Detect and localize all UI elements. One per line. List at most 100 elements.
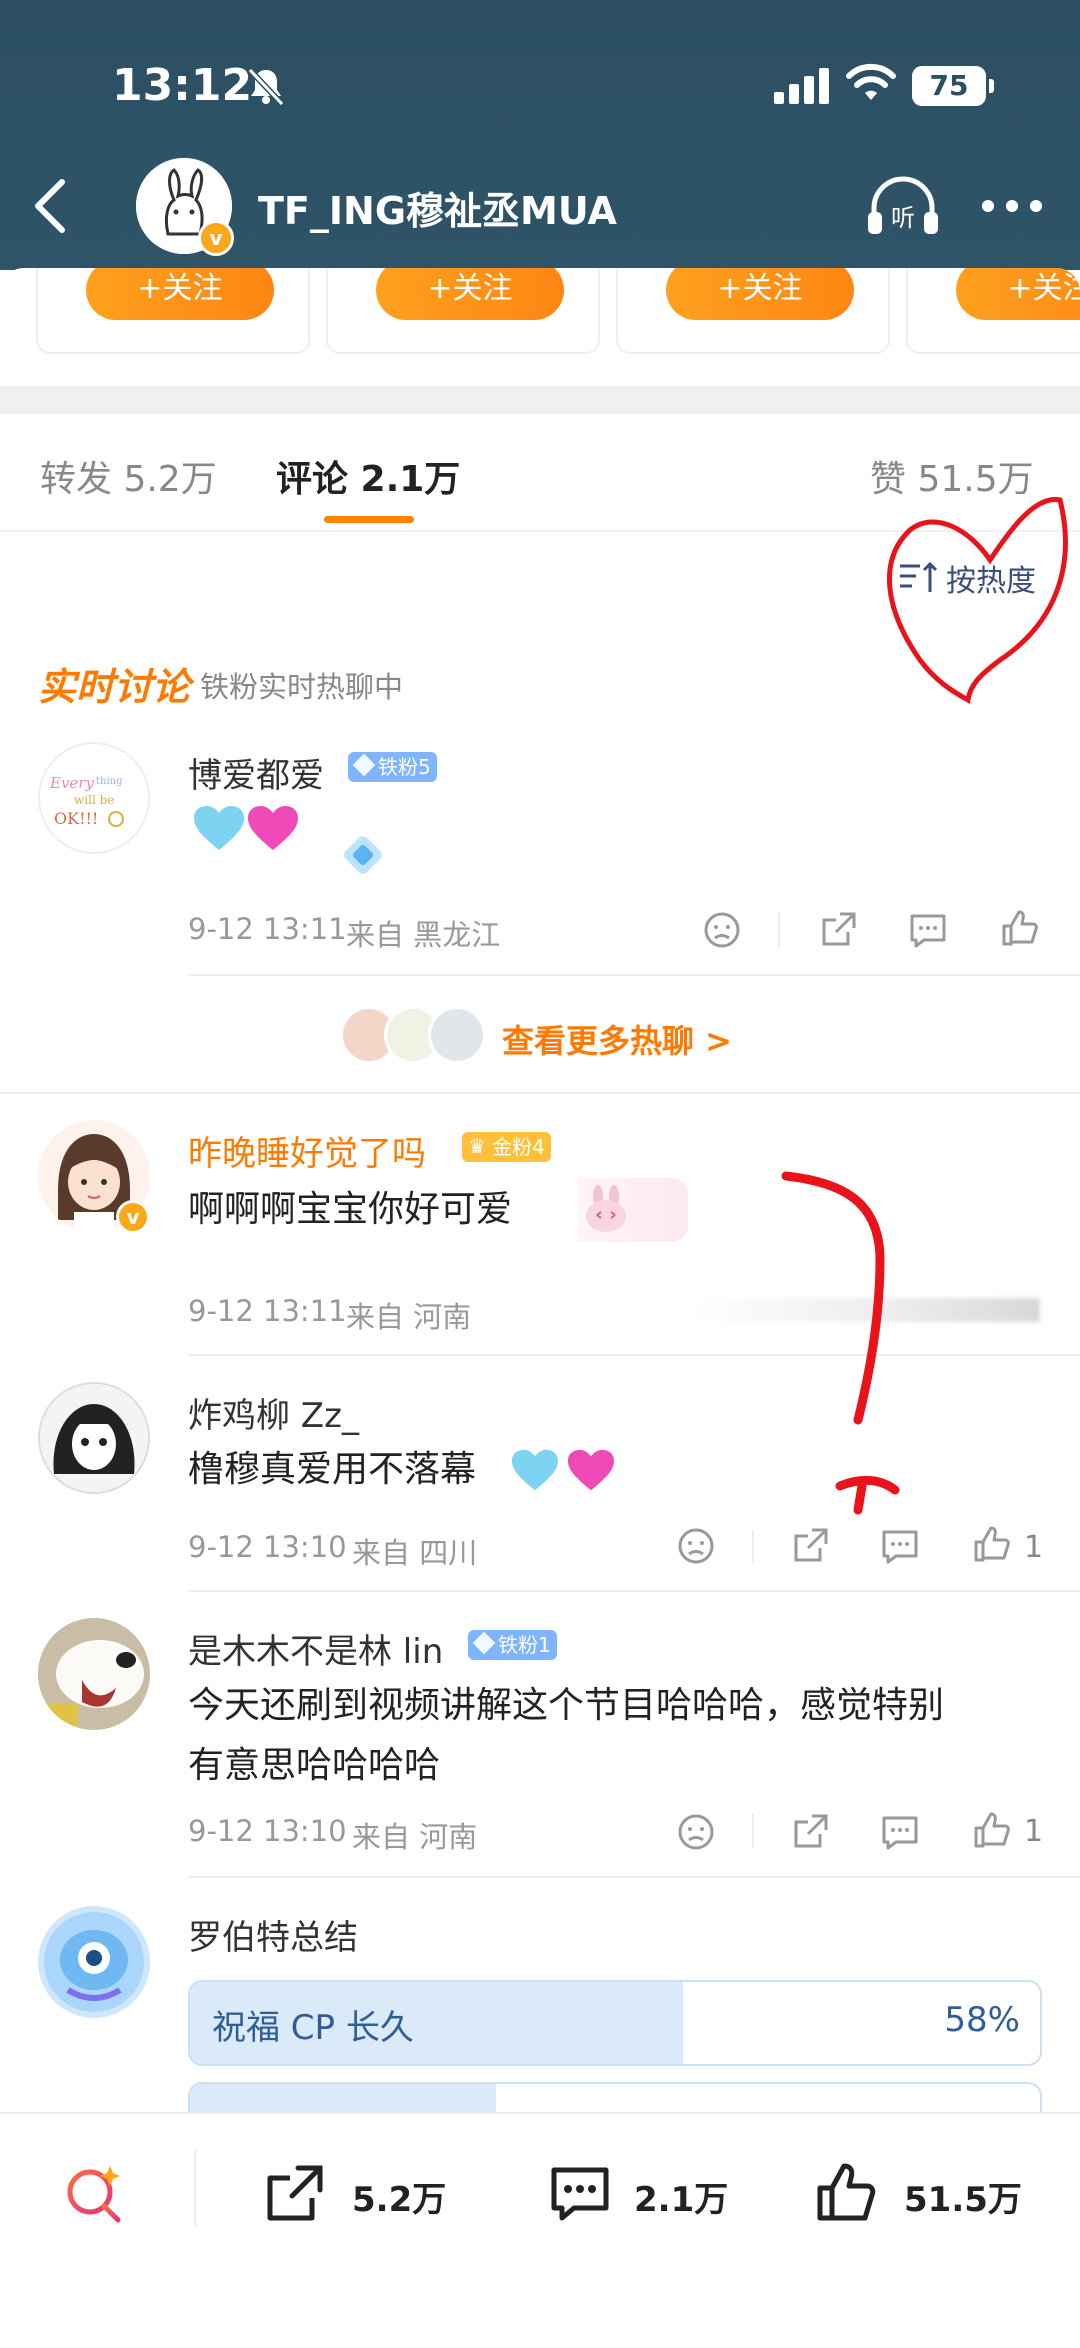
recommend-card[interactable]: +关注 [616, 268, 890, 354]
sparkle-diamond-sticker-icon [344, 836, 382, 874]
page-title: TF_ING穆祉丞MUA [258, 189, 617, 233]
manga-girl-avatar-icon [40, 1384, 148, 1492]
user-avatar[interactable] [38, 1382, 150, 1494]
comment-text: 橹穆真爱用不落幕 [188, 1449, 477, 1490]
more-options-icon[interactable] [980, 198, 1044, 214]
recommend-card[interactable]: +关注 [326, 268, 600, 354]
svg-text:will be: will be [74, 793, 114, 807]
poll-option[interactable]: 祝福 CP 长久 58% [188, 1980, 1042, 2066]
battery-indicator: 75 [912, 66, 994, 106]
user-avatar[interactable] [38, 1906, 150, 2018]
comment-text-line: 有意思哈哈哈哈 [188, 1745, 441, 1786]
verified-badge: v [198, 220, 234, 256]
sort-by-hot-button[interactable]: 按热度 [946, 556, 1036, 600]
comment-username[interactable]: 炸鸡柳 Zz_ [188, 1388, 359, 1437]
hot-chat-avatar-stack[interactable] [340, 1006, 490, 1066]
user-avatar[interactable] [38, 1618, 150, 1730]
comment-text: 啊啊啊宝宝你好可爱 [188, 1189, 513, 1230]
fan-level-badge: ♛ 金粉4 [462, 1132, 551, 1162]
annotation-mark [835, 1476, 900, 1515]
tab-comments[interactable]: 评论 2.1万 [276, 450, 460, 502]
divider [0, 1092, 1080, 1094]
follow-button[interactable]: +关注 [956, 268, 1080, 320]
diamond-icon [352, 753, 376, 777]
like-count: 51.5万 [904, 2180, 1022, 2220]
back-arrow-icon[interactable] [28, 176, 76, 236]
divider [188, 1590, 1080, 1592]
reply-comment-icon[interactable] [908, 910, 948, 950]
active-tab-indicator [324, 516, 414, 523]
comment-username[interactable]: 罗伯特总结 [188, 1910, 358, 1959]
recommend-card[interactable]: +关注 [36, 268, 310, 354]
divider [188, 1876, 1080, 1878]
divider [194, 2150, 196, 2226]
blue-heart-icon [194, 806, 244, 850]
tab-likes[interactable]: 赞 51.5万 [870, 450, 1034, 502]
divider [778, 912, 780, 948]
tab-reposts[interactable]: 转发 5.2万 [40, 450, 217, 502]
follow-button[interactable]: +关注 [376, 268, 564, 320]
recommended-users-carousel[interactable]: +关注 +关注 +关注 +关注 [0, 268, 1080, 386]
poll-option-label: 祝福 CP 长久 [212, 2008, 414, 2048]
reply-comment-icon[interactable] [880, 1526, 920, 1566]
divider [188, 974, 1080, 976]
poll-option-percent: 58% [944, 2000, 1020, 2040]
top-header: 13:12 75 v TF_ING穆祉丞MUA 听 [0, 0, 1080, 270]
divider [188, 1354, 1080, 1356]
live-discussion-title: 实时讨论 [38, 665, 191, 709]
share-icon [267, 2165, 323, 2221]
svg-text:thing: thing [96, 776, 123, 787]
diamond-icon [472, 1631, 496, 1655]
share-icon[interactable] [790, 1526, 830, 1566]
comment-count: 2.1万 [634, 2180, 729, 2220]
dislike-face-icon[interactable] [702, 910, 742, 950]
comment-location: 来自 四川 [352, 1536, 478, 1570]
signal-icon [774, 68, 829, 104]
divider [752, 1530, 754, 1564]
headphones-listen-icon[interactable]: 听 [866, 176, 940, 238]
search-sparkle-icon[interactable] [62, 2162, 126, 2226]
live-discussion-subtitle: 铁粉实时热聊中 [200, 670, 404, 704]
divider [0, 530, 1080, 532]
like-thumb-icon[interactable] [972, 1524, 1012, 1564]
comment-username[interactable]: 博爱都爱 [188, 748, 324, 797]
comment-username[interactable]: 是木木不是林 lin [188, 1624, 443, 1673]
follow-button[interactable]: +关注 [86, 268, 274, 320]
like-button[interactable]: 51.5万 [814, 2154, 1054, 2234]
like-count: 1 [1024, 1530, 1044, 1565]
svg-text:听: 听 [891, 204, 915, 232]
share-icon[interactable] [818, 910, 858, 950]
screen: { "status_bar": {"time": "13:12", "batte… [0, 0, 1080, 2348]
blurred-action-bar [690, 1298, 1040, 1322]
like-count: 1 [1024, 1814, 1044, 1849]
reply-comment-icon[interactable] [880, 1812, 920, 1852]
comment-username[interactable]: 昨晚睡好觉了吗 [188, 1126, 426, 1175]
view-more-hot-chat-link[interactable]: 查看更多热聊 > [502, 1016, 732, 1062]
recommend-card[interactable]: +关注 [906, 268, 1080, 354]
repost-button[interactable]: 5.2万 [262, 2154, 462, 2234]
dislike-face-icon[interactable] [676, 1812, 716, 1852]
comment-text-line: 今天还刷到视频讲解这个节目哈哈哈，感觉特别 [188, 1685, 945, 1726]
sort-icon[interactable] [898, 560, 938, 596]
comment-location: 来自 黑龙江 [346, 918, 501, 952]
like-thumb-icon[interactable] [972, 1810, 1012, 1850]
repost-count: 5.2万 [352, 2180, 447, 2220]
badge-label: 金粉4 [492, 1135, 545, 1159]
handwritten-avatar-image: Every thing will be OK!!! [49, 774, 124, 828]
share-icon[interactable] [790, 1812, 830, 1852]
user-avatar[interactable]: Every thing will be OK!!! [38, 742, 150, 854]
pink-bunny-sticker-icon [586, 1185, 626, 1232]
svg-text:OK!!!: OK!!! [54, 809, 98, 828]
pink-heart-icon [568, 1449, 614, 1491]
comment-button[interactable]: 2.1万 [548, 2154, 748, 2234]
pink-heart-icon [248, 806, 298, 850]
like-thumb-icon[interactable] [1000, 908, 1040, 948]
verified-badge: v [116, 1200, 150, 1234]
dislike-face-icon[interactable] [676, 1526, 716, 1566]
svg-text:Every: Every [49, 774, 94, 792]
divider [752, 1814, 754, 1848]
follow-button[interactable]: +关注 [666, 268, 854, 320]
bottom-action-bar: 5.2万 2.1万 51.5万 [0, 2112, 1080, 2348]
comment-time: 9-12 13:10 [188, 1814, 347, 1848]
sticker-background [578, 1178, 688, 1242]
